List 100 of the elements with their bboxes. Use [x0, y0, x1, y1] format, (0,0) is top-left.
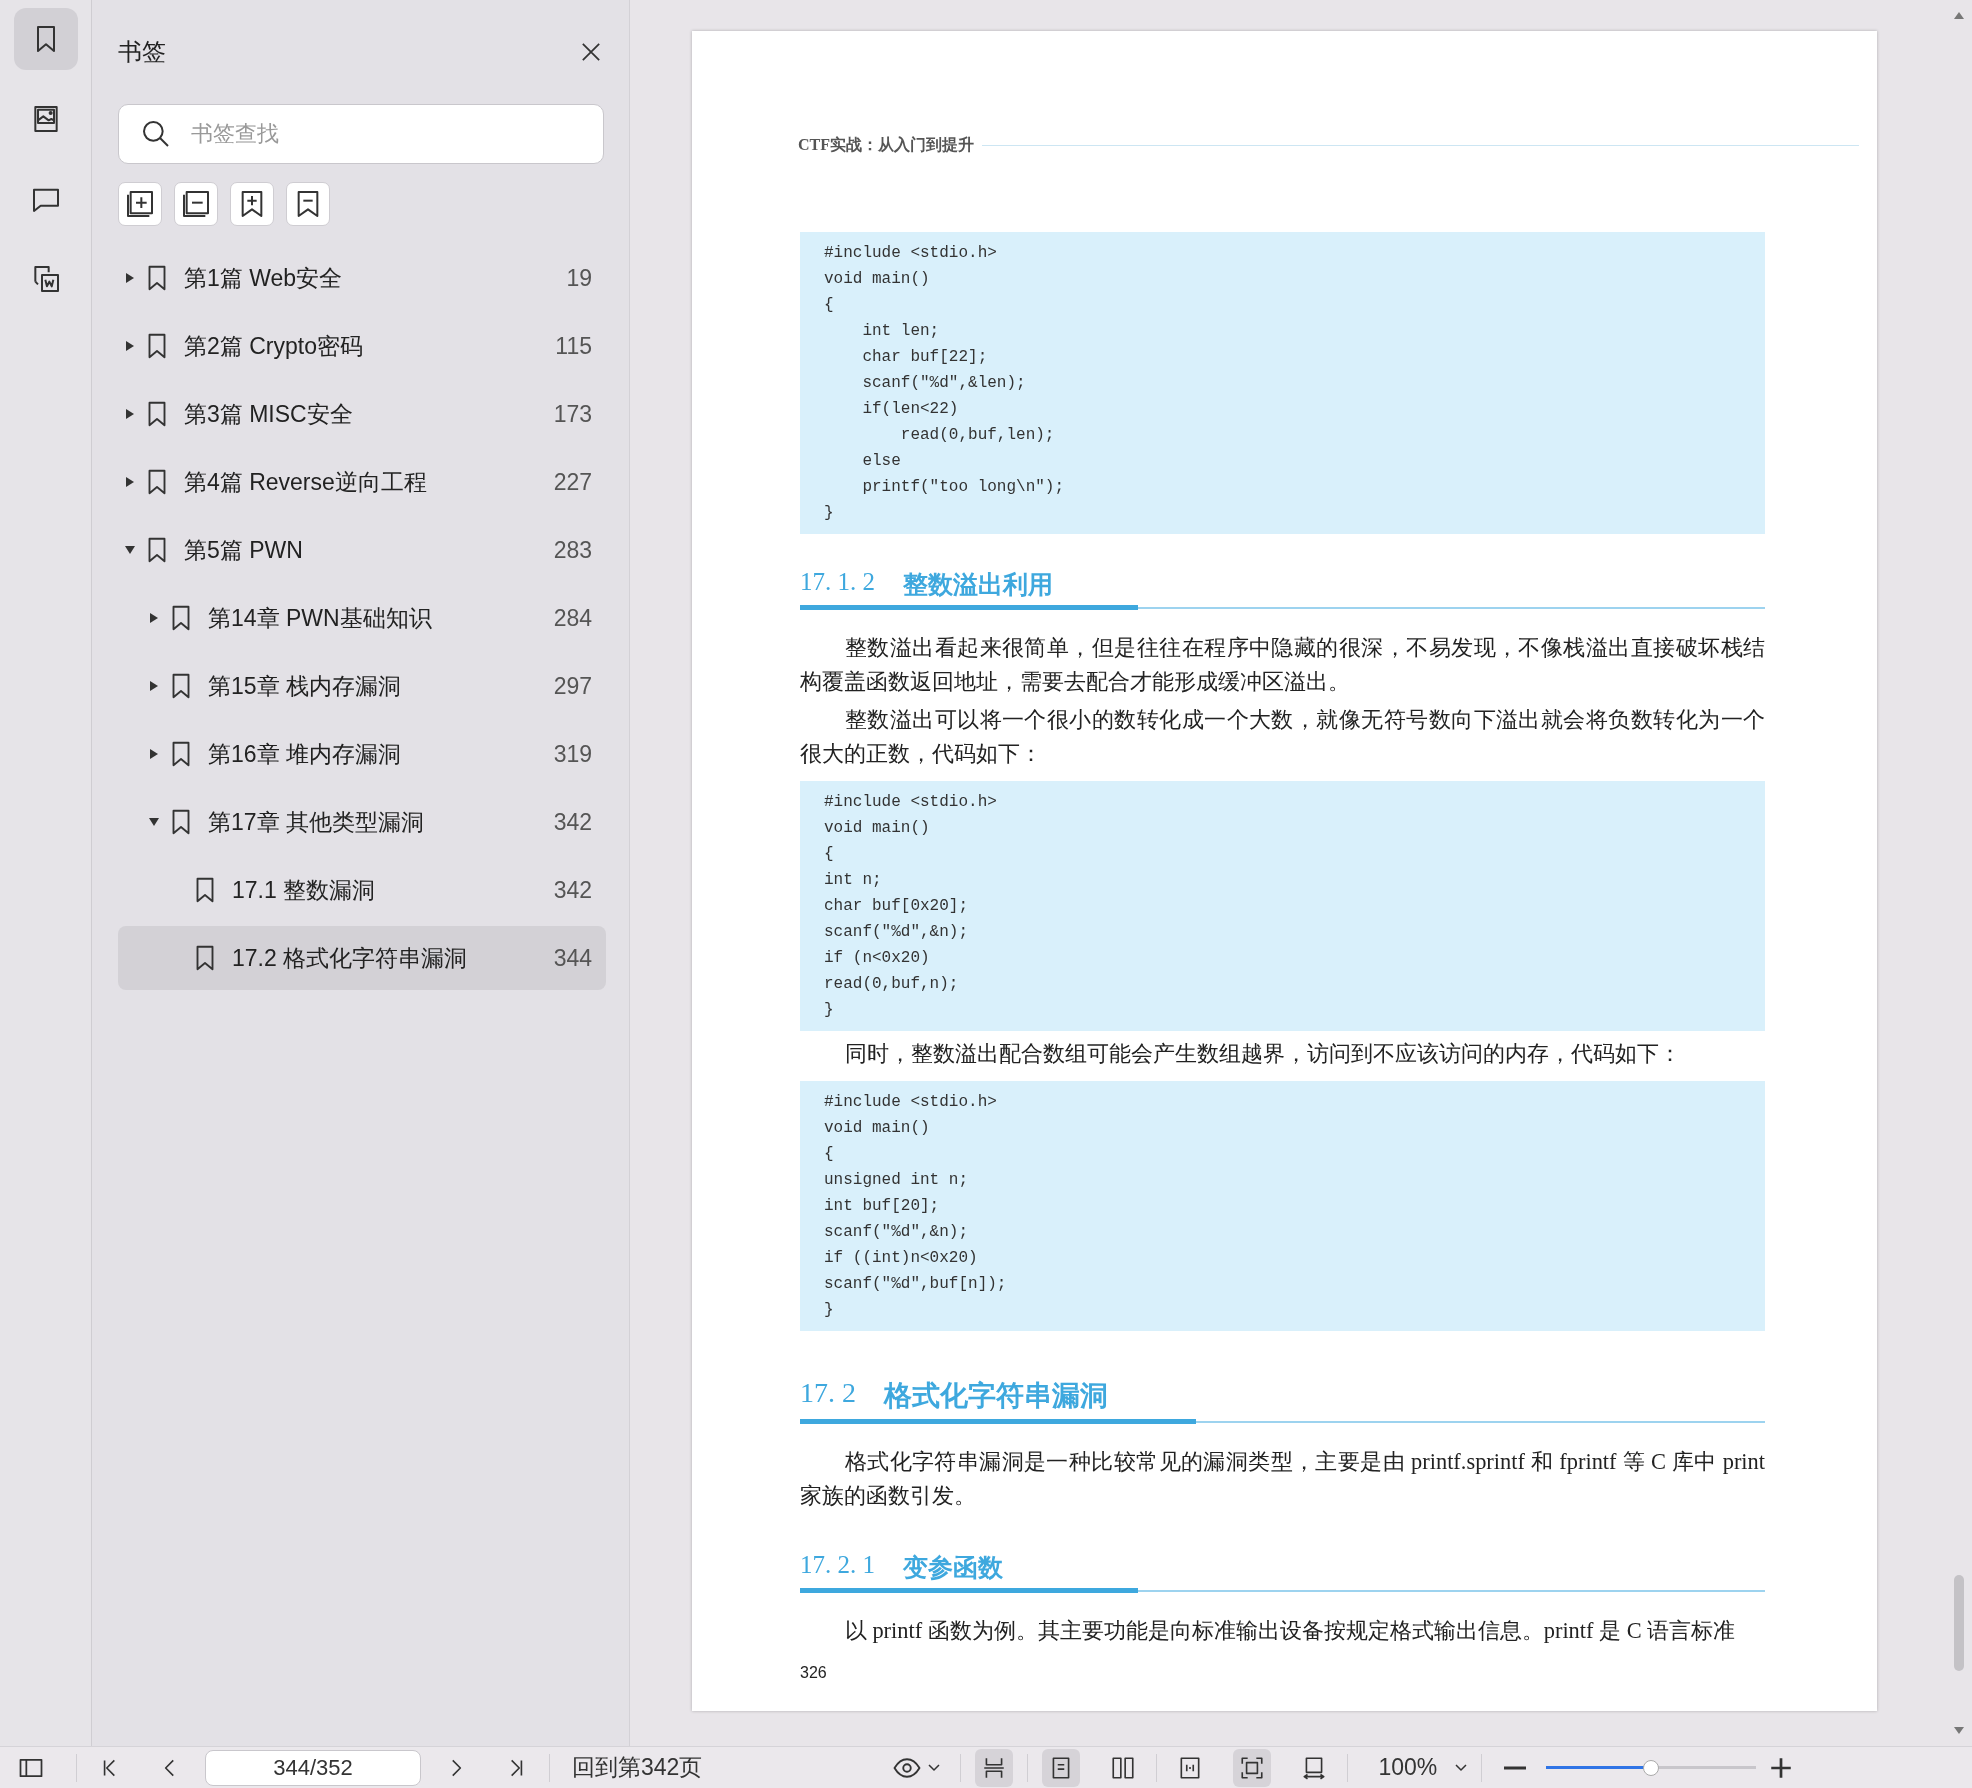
single-view-button[interactable] — [1042, 1748, 1081, 1787]
page-number: 342 — [553, 876, 592, 904]
bookmark-item[interactable]: 第1篇 Web安全 19 — [118, 246, 606, 310]
code-line: int len; — [861, 321, 941, 342]
bookmark-label: 第2篇 Crypto密码 — [184, 331, 364, 361]
section-title: 格式化字符串漏洞 — [884, 1379, 1108, 1413]
code-line: { — [824, 295, 835, 316]
expand-triangle-icon[interactable] — [148, 748, 160, 760]
continuous-view-button[interactable] — [975, 1748, 1014, 1787]
bookmark-label: 第1篇 Web安全 — [184, 263, 344, 293]
expand-triangle-icon[interactable] — [124, 408, 136, 420]
code-line: } — [824, 503, 835, 524]
page-number: 342 — [553, 808, 592, 836]
remove-bookmark-button[interactable] — [286, 182, 330, 226]
body-paragraph: 以 printf 函数为例。其主要功能是向标准输出设备按规定格式输出信息。printf 是 C 语言标准 — [843, 1617, 1737, 1645]
collapse-triangle-icon[interactable] — [124, 544, 136, 556]
page-number: 19 — [566, 264, 592, 292]
code-line: unsigned int n; — [824, 1170, 970, 1191]
scrollbar-thumb[interactable] — [1954, 1575, 1964, 1671]
bookmark-item[interactable]: 第2篇 Crypto密码 115 — [118, 314, 606, 378]
section-number: 17. 2 — [800, 1377, 856, 1410]
bookmark-item[interactable]: 17.1 整数漏洞 342 — [118, 858, 606, 922]
expand-triangle-icon[interactable] — [148, 680, 160, 692]
bookmark-label: 第17章 其他类型漏洞 — [208, 807, 425, 837]
code-line: void main() — [824, 269, 931, 290]
two-page-icon — [1110, 1754, 1137, 1781]
bookmark-item[interactable]: 第15章 栈内存漏洞 297 — [118, 654, 606, 718]
bookmark-item[interactable]: 第3篇 MISC安全 173 — [118, 382, 606, 446]
code-line: scanf("%d",&len); — [861, 373, 1027, 394]
running-header: CTF实战：从入门到提升 — [798, 135, 974, 155]
code-line: } — [824, 1300, 835, 1321]
bookmark-item[interactable]: 17.2 格式化字符串漏洞 344 — [118, 926, 606, 990]
code-line: #include <stdio.h> — [824, 243, 998, 264]
page-number: 297 — [553, 672, 592, 700]
add-bookmark-button[interactable] — [230, 182, 274, 226]
code-line: scanf("%d",&n); — [824, 1222, 970, 1243]
code-line: void main() — [824, 818, 931, 839]
go-back-link[interactable]: 回到第342页 — [572, 1752, 703, 1783]
fit-page-view-button[interactable] — [1233, 1748, 1272, 1787]
code-line: void main() — [824, 1118, 931, 1139]
zoom-slider-thumb[interactable] — [1643, 1759, 1660, 1776]
bookmark-label: 第3篇 MISC安全 — [184, 399, 354, 429]
bookmark-label: 第5篇 PWN — [184, 535, 304, 565]
page-number: 319 — [553, 740, 592, 768]
caret-icon — [1455, 1764, 1468, 1771]
bookmark-item[interactable]: 第17章 其他类型漏洞 342 — [118, 790, 606, 854]
page-width-icon — [1301, 1754, 1328, 1781]
collapse-triangle-icon[interactable] — [148, 816, 160, 828]
page-number: 283 — [553, 536, 592, 564]
code-line: printf("too long\n"); — [861, 477, 1066, 498]
body-paragraph: 同时，整数溢出配合数组可能会产生数组越界，访问到不应该访问的内存，代码如下： — [843, 1040, 1682, 1068]
page-number: 326 — [800, 1664, 827, 1682]
page-number: 227 — [553, 468, 592, 496]
bookmark-label: 第14章 PWN基础知识 — [208, 603, 433, 633]
expand-triangle-icon[interactable] — [124, 476, 136, 488]
bookmark-item[interactable]: 第4篇 Reverse逆向工程 227 — [118, 450, 606, 514]
expand-triangle-icon[interactable] — [124, 272, 136, 284]
bookmark-label: 17.1 整数漏洞 — [232, 875, 377, 905]
expand-triangle-icon[interactable] — [148, 612, 160, 624]
code-line: else — [861, 451, 902, 472]
expand-triangle-icon[interactable] — [124, 340, 136, 352]
code-line: int n; — [824, 870, 883, 891]
scroll-down-icon[interactable] — [1953, 1726, 1965, 1736]
code-line: #include <stdio.h> — [824, 1092, 998, 1113]
code-line: #include <stdio.h> — [824, 792, 998, 813]
body-paragraph: 格式化字符串漏洞是一种比较常见的漏洞类型，主要是由 printf.sprintf 和 fprintf 等 C 库中 print 家族的函数引发。 — [800, 1448, 1765, 1510]
page-number: 115 — [555, 332, 592, 360]
bookmark-item[interactable]: 第14章 PWN基础知识 284 — [118, 586, 606, 650]
bookmark-label: 第4篇 Reverse逆向工程 — [184, 467, 428, 497]
caret-icon — [928, 1764, 941, 1771]
code-line: int buf[20]; — [824, 1196, 941, 1217]
code-line: char buf[22]; — [861, 347, 989, 368]
search-field[interactable]: 书签查找 — [118, 104, 604, 164]
bookmark-item[interactable]: 第5篇 PWN 283 — [118, 518, 606, 582]
code-line: { — [824, 1144, 835, 1165]
collapse-all-icon — [180, 188, 212, 220]
section-number: 17. 1. 2 — [800, 568, 875, 597]
bookmark-label: 17.2 格式化字符串漏洞 — [232, 943, 469, 973]
bookmark-panel-button[interactable] — [13, 8, 78, 70]
code-line: scanf("%d",buf[n]); — [824, 1274, 1008, 1295]
code-line: if(len<22) — [861, 399, 960, 420]
section-number: 17. 2. 1 — [800, 1551, 875, 1580]
code-line: read(0,buf,n); — [824, 974, 960, 995]
collapse-all-button[interactable] — [174, 182, 218, 226]
bookmark-item[interactable]: 第16章 堆内存漏洞 319 — [118, 722, 606, 786]
zoom-dropdown[interactable]: 100% — [1378, 1754, 1468, 1781]
code-line: } — [824, 1000, 835, 1021]
code-line: if ((int)n<0x20) — [824, 1248, 979, 1269]
minus-icon — [1504, 1765, 1527, 1770]
expand-all-icon — [124, 188, 156, 220]
expand-all-button[interactable] — [118, 182, 162, 226]
scroll-up-icon[interactable] — [1953, 10, 1965, 20]
page-number: 173 — [553, 400, 592, 428]
page-number: 344 — [553, 944, 592, 972]
panel-title: 书签 — [118, 37, 166, 67]
fit-page-icon — [1239, 1754, 1266, 1781]
body-paragraph: 整数溢出看起来很简单，但是往往在程序中隐藏的很深，不易发现，不像栈溢出直接破坏栈结构覆盖函数返回地址，需要去配合才能形成缓冲区溢出。 — [800, 634, 1765, 696]
page-field[interactable]: 344/352 — [205, 1749, 421, 1786]
bookmark-label: 第16章 堆内存漏洞 — [208, 739, 402, 769]
page-number: 284 — [553, 604, 592, 632]
